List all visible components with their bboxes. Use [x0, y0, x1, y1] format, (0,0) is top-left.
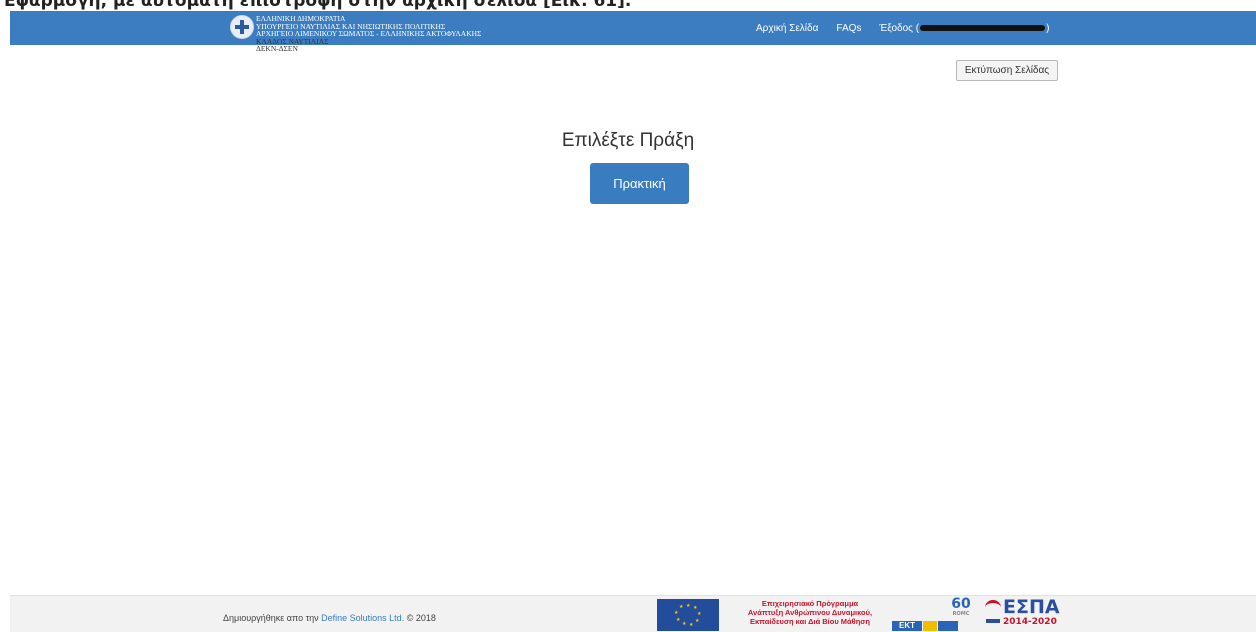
ministry-logo[interactable]: ΕΛΛΗΝΙΚΗ ΔΗΜΟΚΡΑΤΙΑ ΥΠΟΥΡΓΕΙΟ ΝΑΥΤΙΛΙΑΣ … [230, 15, 530, 63]
eu-flag-logo: ★ ★ ★ ★ ★ ★ ★ ★ ★ [657, 599, 719, 631]
program-line: Επιχειρησιακό Πρόγραμμα [761, 599, 859, 608]
program-line: Ανάπτυξη Ανθρώπινου Δυναμικού, [747, 608, 873, 617]
print-page-button[interactable]: Εκτύπωση Σελίδας [956, 60, 1058, 81]
credit-link[interactable]: Define Solutions Ltd. [321, 613, 404, 623]
romc-logo: 60 ROMC [948, 597, 974, 617]
espa-swoosh-icon [985, 600, 1001, 615]
action-button[interactable]: Πρακτική [590, 163, 689, 204]
ekt-label: ΕΚΤ [892, 621, 922, 631]
nav-home-link[interactable]: Αρχική Σελίδα [756, 23, 818, 34]
logo-text: ΕΛΛΗΝΙΚΗ ΔΗΜΟΚΡΑΤΙΑ ΥΠΟΥΡΓΕΙΟ ΝΑΥΤΙΛΙΑΣ … [240, 15, 481, 53]
footer [10, 595, 1256, 632]
nav-links: Αρχική Σελίδα FAQs Έξοδος () [756, 11, 1049, 45]
top-navbar [10, 11, 1256, 45]
nav-faqs-link[interactable]: FAQs [836, 23, 861, 34]
nav-logout-link[interactable]: Έξοδος () [879, 23, 1049, 34]
logo-line: ΔΕΚΝ-ΔΣΕΝ [256, 44, 298, 54]
redacted-username [920, 24, 1046, 31]
logout-suffix: ) [1046, 22, 1050, 34]
romc-number: 60 [951, 596, 971, 612]
operational-program-logo: Επιχειρησιακό Πρόγραμμα Ανάπτυξη Ανθρώπι… [730, 599, 890, 626]
document-caption: Εφαρμογή, με αυτόματη επιστροφή στην αρχ… [4, 0, 632, 11]
espa-logo: ΕΣΠΑ 2014-2020 [985, 597, 1060, 627]
logout-label: Έξοδος ( [879, 22, 920, 34]
ekt-logo: ΕΚΤ [892, 621, 958, 631]
page-title: Επιλέξτε Πράξη [561, 130, 695, 151]
credit-prefix: Δημιουργήθηκε απο την [223, 613, 322, 623]
footer-credit: Δημιουργήθηκε απο την Define Solutions L… [223, 613, 436, 623]
program-line: Εκπαίδευση και Διά Βίου Μάθηση [749, 617, 871, 626]
credit-suffix: © 2018 [404, 613, 436, 623]
